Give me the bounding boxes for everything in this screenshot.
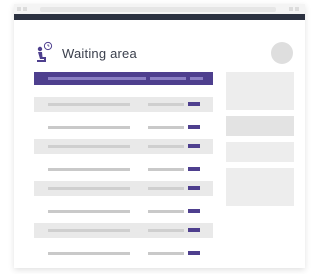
waiting-person-icon [37, 41, 53, 62]
page-header: Waiting area [34, 40, 137, 66]
row-time-cell [148, 126, 184, 129]
row-time-cell [148, 229, 184, 232]
row-time-cell [148, 168, 184, 171]
row-time-cell [148, 187, 184, 190]
row-name-cell [48, 252, 130, 255]
row-action-button[interactable] [188, 144, 200, 148]
window-control-dot[interactable] [17, 7, 21, 11]
row-action-button[interactable] [188, 125, 200, 129]
column-header-action [190, 77, 203, 80]
column-header-name [48, 77, 146, 80]
row-name-cell [48, 210, 130, 213]
row-action-button[interactable] [188, 228, 200, 232]
table-row[interactable] [34, 120, 213, 135]
row-time-cell [148, 252, 184, 255]
table-row[interactable] [34, 162, 213, 177]
row-action-button[interactable] [188, 209, 200, 213]
table-row[interactable] [34, 181, 213, 196]
row-name-cell [48, 229, 130, 232]
browser-window: Waiting area [14, 4, 305, 268]
table-row[interactable] [34, 139, 213, 154]
table-row[interactable] [34, 246, 213, 261]
avatar[interactable] [271, 42, 293, 64]
row-name-cell [48, 187, 130, 190]
row-name-cell [48, 126, 130, 129]
row-name-cell [48, 103, 130, 106]
window-control-dot[interactable] [23, 7, 27, 11]
table-row[interactable] [34, 97, 213, 112]
side-panel-card [226, 72, 294, 110]
row-action-button[interactable] [188, 102, 200, 106]
row-action-button[interactable] [188, 167, 200, 171]
table-row[interactable] [34, 204, 213, 219]
row-time-cell [148, 145, 184, 148]
row-time-cell [148, 210, 184, 213]
column-header-time [150, 77, 186, 80]
row-action-button[interactable] [188, 186, 200, 190]
side-panel-button[interactable] [226, 116, 294, 136]
address-bar[interactable] [40, 7, 276, 12]
row-action-button[interactable] [188, 251, 200, 255]
window-control-dot[interactable] [289, 7, 293, 11]
row-time-cell [148, 103, 184, 106]
row-name-cell [48, 145, 130, 148]
row-name-cell [48, 168, 130, 171]
browser-chrome [14, 4, 305, 14]
table-header [34, 72, 213, 85]
window-control-dot[interactable] [295, 7, 299, 11]
page-title: Waiting area [62, 45, 137, 61]
side-panel-button[interactable] [226, 142, 294, 162]
side-panel-card [226, 168, 294, 206]
table-row[interactable] [34, 223, 213, 238]
app-header-strip [14, 14, 305, 20]
